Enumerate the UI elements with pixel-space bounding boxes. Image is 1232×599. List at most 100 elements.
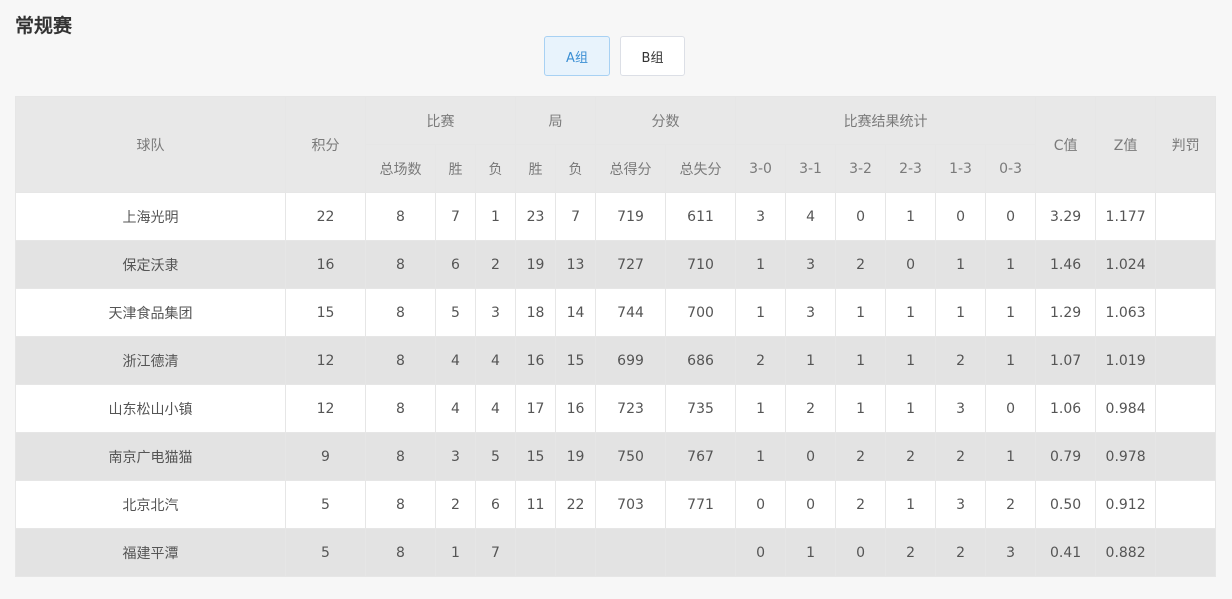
cell-team: 福建平潭 [15, 528, 286, 577]
cell-result-3-1: 1 [785, 336, 837, 385]
cell-set-loss: 14 [555, 288, 597, 337]
cell-penalty [1155, 528, 1217, 577]
cell-penalty [1155, 384, 1217, 433]
cell-result-3-0: 3 [735, 192, 787, 241]
cell-result-2-3: 1 [885, 480, 937, 529]
cell-result-2-3: 2 [885, 432, 937, 481]
cell-points: 12 [285, 384, 366, 433]
cell-set-loss: 22 [555, 480, 597, 529]
cell-result-3-1: 2 [785, 384, 837, 433]
cell-set-loss: 19 [555, 432, 597, 481]
cell-total-matches: 8 [365, 288, 436, 337]
cell-result-1-3: 3 [935, 384, 987, 433]
cell-result-3-2: 1 [835, 336, 887, 385]
cell-set-win: 16 [515, 336, 557, 385]
cell-total-scored [595, 528, 667, 577]
header-scores: 分数 [595, 96, 737, 145]
cell-result-1-3: 0 [935, 192, 987, 241]
cell-set-win: 15 [515, 432, 557, 481]
cell-result-3-2: 1 [835, 384, 887, 433]
cell-c-value: 1.46 [1035, 240, 1097, 289]
cell-penalty [1155, 288, 1217, 337]
cell-result-3-2: 0 [835, 192, 887, 241]
cell-result-0-3: 1 [985, 240, 1037, 289]
cell-result-1-3: 2 [935, 528, 987, 577]
page-title: 常规赛 [15, 15, 73, 37]
cell-penalty [1155, 432, 1217, 481]
cell-penalty [1155, 480, 1217, 529]
header-sets: 局 [515, 96, 597, 145]
cell-c-value: 1.06 [1035, 384, 1097, 433]
cell-win: 6 [435, 240, 476, 289]
cell-result-0-3: 1 [985, 336, 1037, 385]
cell-team: 保定沃隶 [15, 240, 286, 289]
table-body: 上海光明 22 8 7 1 23 7 719 611 3 4 0 1 0 0 3.29 1.177 保定沃隶 16 8… [15, 192, 1217, 577]
cell-result-3-0: 1 [735, 432, 787, 481]
cell-loss: 1 [474, 192, 517, 241]
cell-total-scored: 703 [595, 480, 667, 529]
cell-result-0-3: 1 [985, 432, 1037, 481]
cell-total-matches: 8 [365, 336, 436, 385]
cell-result-3-2: 2 [835, 240, 887, 289]
cell-points: 15 [285, 288, 366, 337]
header-result-1-3: 1-3 [935, 144, 987, 193]
cell-total-conceded: 735 [665, 384, 737, 433]
header-win: 胜 [435, 144, 476, 193]
cell-z-value: 1.024 [1095, 240, 1157, 289]
header-penalty: 判罚 [1155, 96, 1217, 193]
cell-total-matches: 8 [365, 432, 436, 481]
cell-result-0-3: 2 [985, 480, 1037, 529]
cell-z-value: 1.019 [1095, 336, 1157, 385]
header-c-value: C值 [1035, 96, 1097, 193]
cell-total-scored: 723 [595, 384, 667, 433]
cell-result-1-3: 2 [935, 432, 987, 481]
header-result-0-3: 0-3 [985, 144, 1037, 193]
cell-win: 3 [435, 432, 476, 481]
cell-total-scored: 744 [595, 288, 667, 337]
cell-z-value: 0.978 [1095, 432, 1157, 481]
cell-total-scored: 727 [595, 240, 667, 289]
cell-result-3-0: 0 [735, 480, 787, 529]
cell-set-win [515, 528, 557, 577]
header-total-scored: 总得分 [595, 144, 667, 193]
cell-total-matches: 8 [365, 528, 436, 577]
table-row: 北京北汽 5 8 2 6 11 22 703 771 0 0 2 1 3 2 0.50 0.912 [15, 480, 1217, 529]
cell-total-conceded: 767 [665, 432, 737, 481]
cell-total-matches: 8 [365, 192, 436, 241]
cell-penalty [1155, 240, 1217, 289]
cell-loss: 3 [474, 288, 517, 337]
header-set-win: 胜 [515, 144, 557, 193]
cell-set-win: 23 [515, 192, 557, 241]
cell-total-conceded: 700 [665, 288, 737, 337]
header-result-2-3: 2-3 [885, 144, 937, 193]
table-row: 天津食品集团 15 8 5 3 18 14 744 700 1 3 1 1 1 1 1.29 1.063 [15, 288, 1217, 337]
cell-team: 山东松山小镇 [15, 384, 286, 433]
header-result-3-2: 3-2 [835, 144, 887, 193]
cell-points: 9 [285, 432, 366, 481]
cell-result-2-3: 1 [885, 336, 937, 385]
cell-total-matches: 8 [365, 384, 436, 433]
cell-win: 7 [435, 192, 476, 241]
cell-c-value: 1.29 [1035, 288, 1097, 337]
header-points: 积分 [285, 96, 366, 193]
header-team: 球队 [15, 96, 286, 193]
cell-result-3-2: 2 [835, 432, 887, 481]
cell-result-0-3: 0 [985, 384, 1037, 433]
cell-z-value: 0.882 [1095, 528, 1157, 577]
cell-points: 5 [285, 528, 366, 577]
cell-result-2-3: 0 [885, 240, 937, 289]
header-total-conceded: 总失分 [665, 144, 737, 193]
cell-result-1-3: 1 [935, 240, 987, 289]
cell-set-win: 17 [515, 384, 557, 433]
cell-c-value: 0.50 [1035, 480, 1097, 529]
table-row: 上海光明 22 8 7 1 23 7 719 611 3 4 0 1 0 0 3.29 1.177 [15, 192, 1217, 241]
cell-result-3-1: 4 [785, 192, 837, 241]
table-row: 南京广电猫猫 9 8 3 5 15 19 750 767 1 0 2 2 2 1 0.79 0.978 [15, 432, 1217, 481]
cell-result-1-3: 2 [935, 336, 987, 385]
cell-result-3-0: 1 [735, 288, 787, 337]
header-results: 比赛结果统计 [735, 96, 1037, 145]
tab-group-a[interactable]: A组 [544, 36, 610, 76]
tab-group-b[interactable]: B组 [620, 36, 685, 76]
cell-set-loss: 13 [555, 240, 597, 289]
cell-result-3-2: 1 [835, 288, 887, 337]
